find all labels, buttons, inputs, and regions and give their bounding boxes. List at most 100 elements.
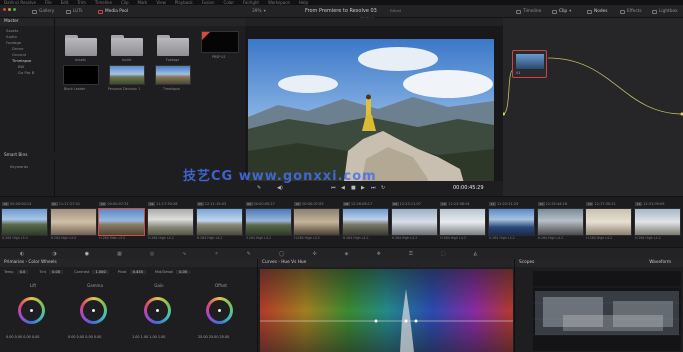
timeline-clip[interactable] [49, 208, 97, 236]
gamma-puck[interactable] [92, 309, 95, 312]
chevron-down-icon: ▾ [263, 9, 266, 14]
middetail-field[interactable]: 0.00 [176, 270, 191, 274]
pivot-field[interactable]: 0.435 [129, 270, 146, 274]
folder-assets[interactable] [65, 34, 97, 56]
curves-icon[interactable]: ∿ [182, 251, 186, 257]
gain-puck[interactable] [156, 309, 159, 312]
scopes-mode[interactable]: Waveform [649, 259, 671, 267]
media-pool-icon [98, 9, 103, 14]
timeline-thumb[interactable] [201, 31, 239, 53]
timeline-clip[interactable] [147, 208, 195, 236]
luts-button[interactable]: LUTs [66, 9, 82, 14]
play-reverse-icon[interactable]: ◀ [341, 185, 345, 191]
contrast-field[interactable]: 1.000 [92, 270, 109, 274]
window-controls[interactable] [3, 8, 16, 11]
timeline-badge-icon [202, 32, 210, 40]
magic-mask-icon[interactable]: ◈ [345, 251, 349, 257]
clip-number: 05 [196, 202, 204, 206]
pen-icon[interactable]: ✎ [257, 185, 261, 191]
sizing-icon[interactable]: ⬚ [441, 251, 446, 257]
tree-header: Master [0, 18, 54, 26]
clip-button[interactable]: Clip ▾ [552, 9, 571, 14]
timeline-clip[interactable] [536, 208, 584, 236]
timeline-clip[interactable] [341, 208, 389, 236]
timeline-clip[interactable] [195, 208, 243, 236]
gallery-icon [32, 9, 37, 14]
effects-button[interactable]: Effects [620, 9, 642, 14]
curves-panel: Curves - Hue Vs Hue [258, 259, 515, 352]
timeline-clip[interactable] [390, 208, 438, 236]
timeline-button[interactable]: Timeline [516, 9, 541, 14]
waveform-scope [533, 271, 681, 351]
clip-timecode: 12:11:19:03 05 [196, 202, 227, 206]
chevron-down-icon: ▾ [569, 9, 572, 14]
lightbox-label: Lightbox [659, 9, 678, 14]
timelapse-thumb[interactable] [155, 65, 191, 85]
clip-number: 01 [2, 202, 9, 206]
rgb-mixer-icon[interactable]: ▦ [117, 251, 122, 257]
gallery-button[interactable]: Gallery [32, 9, 54, 14]
curves-title: Curves - Hue Vs Hue [258, 259, 514, 267]
tint-field[interactable]: 0.00 [49, 270, 64, 274]
timeline-clip[interactable] [488, 208, 535, 236]
tree-item-gopro[interactable]: Go Pro B [6, 70, 54, 76]
black-leader-thumb[interactable] [63, 65, 99, 85]
blur-icon[interactable]: ❖ [377, 251, 381, 257]
edited-status: Edited [390, 9, 402, 13]
folder-audio[interactable] [111, 34, 143, 56]
temp-label: Temp [4, 270, 14, 274]
clip-timecode: 00:00:00:14 01 [2, 202, 32, 206]
timeline-clip[interactable] [293, 208, 341, 236]
primaries-panel: Primaries - Color Wheels Temp 0.0 Tint 0… [0, 259, 258, 352]
clip-timecode: 12:22:31:25 11 [489, 202, 519, 206]
effects-label: Effects [627, 9, 642, 14]
stop-icon[interactable]: ■ [351, 185, 356, 191]
folder-footage[interactable] [157, 34, 189, 56]
node-graph[interactable]: 01 [503, 18, 683, 196]
luts-label: LUTs [73, 9, 83, 14]
gain-values: 1.00 1.00 1.00 1.00 [132, 335, 166, 339]
offset-puck[interactable] [218, 309, 221, 312]
tracker-icon[interactable]: ✣ [312, 251, 316, 257]
play-icon[interactable]: ▶ [361, 185, 365, 191]
timeline-clip[interactable] [439, 208, 487, 236]
lightbox-button[interactable]: Lightbox [652, 9, 678, 14]
zoom-level[interactable]: 39% ▾ [252, 9, 266, 14]
warper-icon[interactable]: ✧ [214, 251, 218, 257]
smart-bin-keywords[interactable]: Keywords [10, 164, 28, 170]
clip-codec-label: H.264 High L4.2 [148, 236, 174, 240]
timeline-clip[interactable] [1, 208, 48, 236]
clip-codec-label: H.264 High L4.2 [294, 236, 320, 240]
clip-number: 09 [391, 202, 399, 206]
timeline-clip[interactable] [98, 208, 146, 236]
audio-icon[interactable]: ◀) [277, 185, 283, 191]
lift-values: 0.00 0.00 0.00 0.00 [6, 335, 40, 339]
timeline-clip[interactable] [634, 208, 682, 236]
color-match-icon[interactable]: ◑ [52, 251, 56, 257]
window-icon[interactable]: ◯ [279, 251, 285, 257]
skip-back-icon[interactable]: ⏮ [331, 185, 336, 191]
camera-raw-icon[interactable]: ◐ [20, 251, 24, 257]
lift-puck[interactable] [30, 309, 33, 312]
key-icon[interactable]: ⚿ [409, 251, 413, 257]
personal-decision-thumb[interactable] [109, 65, 145, 85]
skip-forward-icon[interactable]: ⏭ [371, 185, 376, 191]
media-pool-grid-header [55, 18, 245, 26]
folder-assets-label: Assets [75, 58, 86, 62]
timeline-clip[interactable] [585, 208, 633, 236]
folder-footage-label: Footage [166, 58, 180, 62]
nodes-button[interactable]: Nodes [587, 9, 607, 14]
media-pool-button[interactable]: Media Pool [98, 9, 128, 14]
node-01[interactable]: 01 [512, 50, 547, 78]
hue-curve-graph[interactable] [260, 269, 513, 352]
qualifier-icon[interactable]: ✎ [247, 251, 251, 257]
clip-timecode: 12:23:58:04 10 [440, 202, 470, 206]
clip-codec-label: H.264 High L4.2 [635, 236, 661, 240]
color-wheels-icon[interactable]: ◉ [85, 251, 89, 257]
motion-effects-icon[interactable]: ◎ [150, 251, 154, 257]
loop-icon[interactable]: ↻ [381, 185, 385, 191]
3d-icon[interactable]: ◭ [474, 251, 478, 257]
media-pool-tree: Master Assets Audio Footage Drone Ground… [0, 18, 55, 196]
timeline-clip[interactable] [244, 208, 292, 236]
temp-field[interactable]: 0.0 [16, 270, 29, 274]
